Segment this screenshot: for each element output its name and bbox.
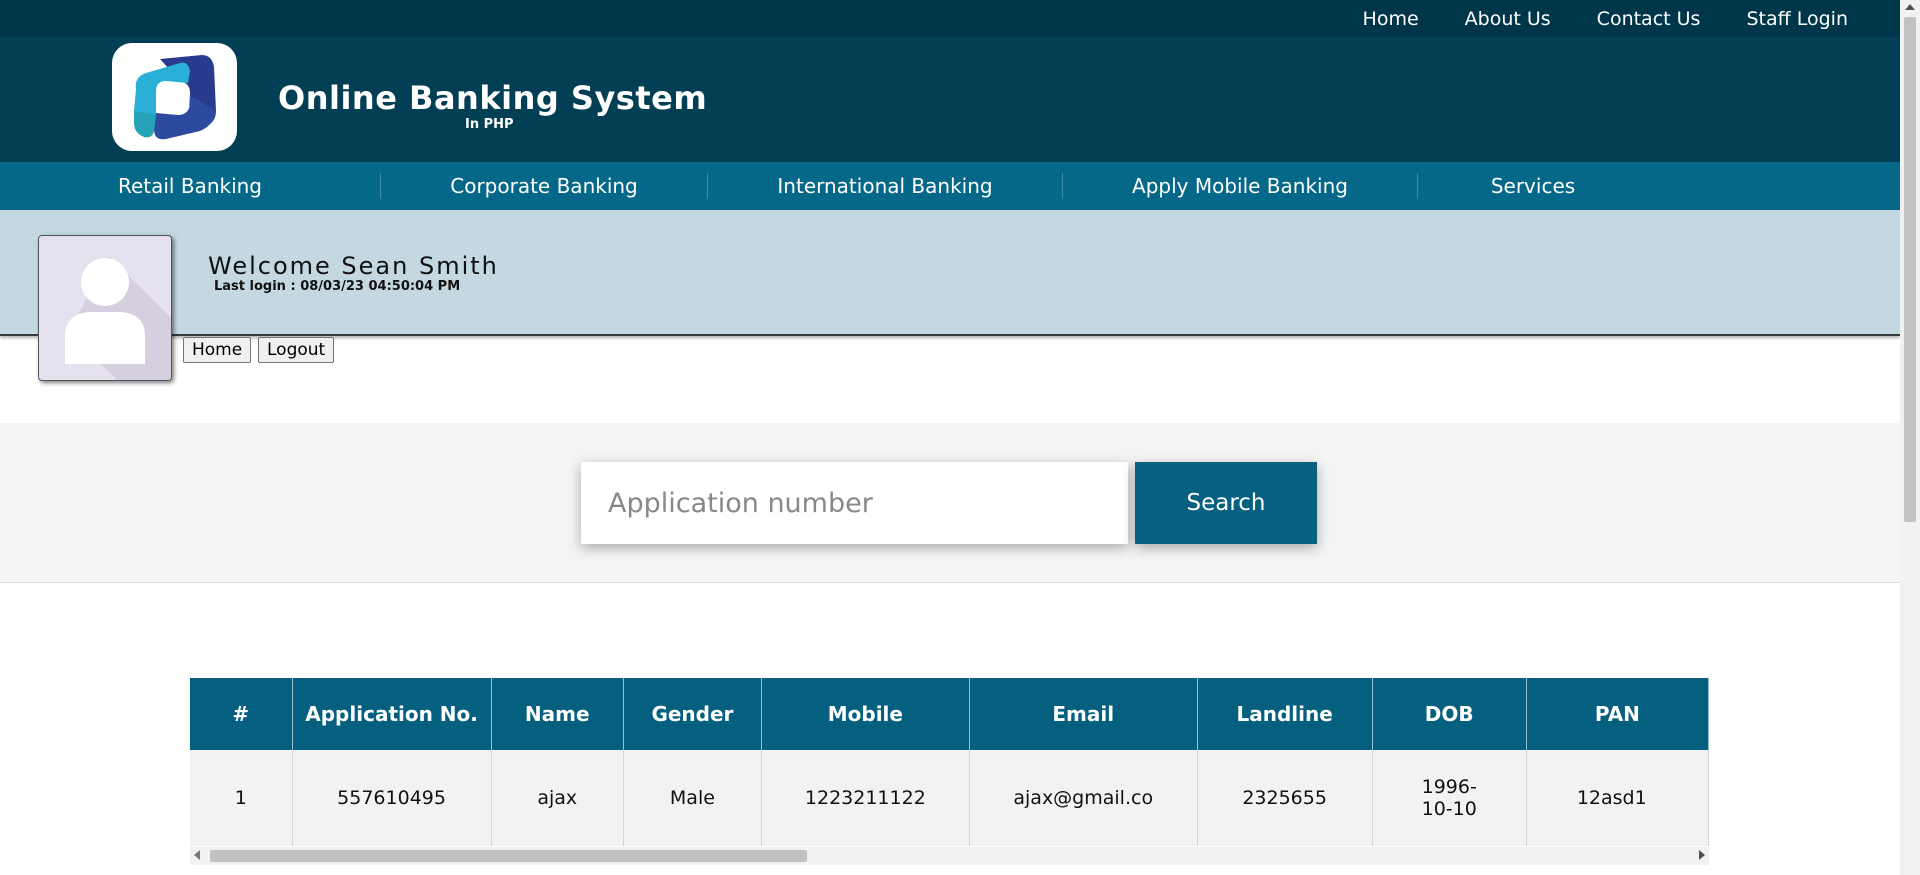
table-horizontal-scrollbar[interactable] (190, 847, 1709, 865)
scrollbar-thumb[interactable] (1904, 17, 1916, 522)
applications-table: # Application No. Name Gender Mobile Ema… (190, 678, 1709, 846)
avatar (38, 235, 172, 381)
brand-subtitle: In PHP (465, 117, 514, 132)
main-nav-services[interactable]: Services (1418, 162, 1648, 210)
table-header-row: # Application No. Name Gender Mobile Ema… (190, 678, 1709, 750)
main-nav-retail-banking[interactable]: Retail Banking (0, 162, 380, 210)
column-header: Name (491, 678, 624, 750)
table-row[interactable]: 1 557610495 ajax Male 1223211122 ajax@gm… (190, 750, 1709, 846)
column-header: DOB (1372, 678, 1527, 750)
brand-logo-icon (134, 55, 216, 140)
search-button[interactable]: Search (1135, 462, 1317, 544)
scroll-right-arrow-icon[interactable] (1699, 850, 1705, 860)
table-cell: Male (623, 750, 762, 846)
top-nav-contact-us[interactable]: Contact Us (1597, 8, 1701, 30)
page-vertical-scrollbar[interactable] (1900, 0, 1920, 875)
page: Home About Us Contact Us Staff Login Onl… (0, 0, 1920, 875)
scroll-left-arrow-icon[interactable] (194, 850, 200, 860)
brand-title: Online Banking System (278, 79, 708, 117)
brand-logo[interactable] (112, 43, 237, 151)
scroll-up-arrow-icon[interactable] (1905, 4, 1915, 10)
logout-button[interactable]: Logout (258, 337, 335, 363)
top-nav-about-us[interactable]: About Us (1465, 8, 1551, 30)
top-nav: Home About Us Contact Us Staff Login (1363, 0, 1848, 37)
main-nav-corporate-banking[interactable]: Corporate Banking (381, 162, 707, 210)
user-avatar-icon (65, 256, 171, 380)
table-cell: ajax@gmail.co (969, 750, 1198, 846)
site-header: Online Banking System In PHP (0, 37, 1900, 162)
column-header: Application No. (292, 678, 492, 750)
table-cell: 1 (190, 750, 293, 846)
welcome-message: Welcome Sean Smith (208, 252, 499, 280)
scrollbar-thumb[interactable] (210, 850, 807, 862)
column-header: Landline (1197, 678, 1373, 750)
column-header: PAN (1526, 678, 1709, 750)
last-login-text: Last login : 08/03/23 04:50:04 PM (214, 279, 461, 294)
table-cell: 557610495 (292, 750, 492, 846)
main-nav-apply-mobile-banking[interactable]: Apply Mobile Banking (1063, 162, 1417, 210)
main-nav-international-banking[interactable]: International Banking (708, 162, 1062, 210)
column-header: # (190, 678, 293, 750)
column-header: Email (969, 678, 1198, 750)
applications-table-container: # Application No. Name Gender Mobile Ema… (190, 678, 1709, 865)
column-header: Mobile (761, 678, 970, 750)
top-nav-staff-login[interactable]: Staff Login (1746, 8, 1848, 30)
column-header: Gender (623, 678, 762, 750)
application-number-input[interactable] (581, 462, 1128, 544)
top-bar: Home About Us Contact Us Staff Login (0, 0, 1900, 37)
table-cell: ajax (491, 750, 624, 846)
top-nav-home[interactable]: Home (1363, 8, 1419, 30)
table-cell: 1223211122 (761, 750, 970, 846)
table-cell: 1996-10-10 (1372, 750, 1527, 846)
table-cell: 2325655 (1197, 750, 1373, 846)
table-cell: 12asd1 (1526, 750, 1709, 846)
main-nav: Retail Banking Corporate Banking Interna… (0, 162, 1900, 210)
home-button[interactable]: Home (183, 337, 252, 363)
